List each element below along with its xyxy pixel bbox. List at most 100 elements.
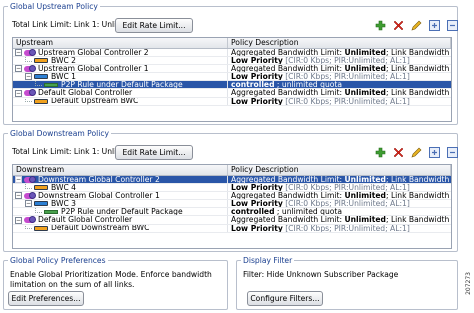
row-name: BWC 2 xyxy=(51,57,76,65)
table-row[interactable]: Default Downstream BWC Low Priority [CIR:… xyxy=(13,224,451,233)
upstream-policy-table: Upstream Policy Description − Upstream Gl… xyxy=(12,37,452,122)
collapse-all-icon[interactable] xyxy=(446,146,459,159)
collapse-toggle-icon[interactable]: − xyxy=(25,73,32,81)
row-name: Default Global Controller xyxy=(38,89,133,97)
tree-connector xyxy=(35,208,42,213)
policy-description-cell: Aggregated Bandwidth Limit: Unlimited; L… xyxy=(228,176,451,183)
column-header-upstream[interactable]: Upstream xyxy=(13,38,228,48)
column-header-policy-description[interactable]: Policy Description xyxy=(228,38,451,48)
tree-connector xyxy=(25,224,32,230)
description-segment: Low Priority xyxy=(231,57,283,65)
row-name: Upstream Global Controller 2 xyxy=(38,49,149,57)
global-controller-icon xyxy=(24,176,36,183)
description-segment: Aggregated Bandwidth Limit: xyxy=(231,65,345,73)
row-name: P2P Rule under Default Package xyxy=(61,208,183,216)
upstream-table-body: − Upstream Global Controller 2 Aggregated … xyxy=(13,49,451,106)
downstream-policy-group: Global Downstream Policy Total Link Limi… xyxy=(3,128,459,252)
expand-all-icon[interactable] xyxy=(428,146,441,159)
description-segment: Aggregated Bandwidth Limit: xyxy=(231,216,345,224)
configure-filters-button[interactable]: Configure Filters... xyxy=(247,291,323,306)
global-controller-icon xyxy=(24,192,36,199)
tree-connector xyxy=(25,57,32,62)
collapse-toggle-icon[interactable]: − xyxy=(15,89,22,97)
downstream-table-body: − Downstream Global Controller 2 Aggregate… xyxy=(13,176,451,233)
upstream-table-header: Upstream Policy Description xyxy=(13,38,451,49)
policy-description-cell: Low Priority [CIR:0 Kbps; PIR:Unlimited;… xyxy=(228,73,451,80)
collapse-toggle-icon[interactable]: − xyxy=(15,192,22,200)
x-icon[interactable] xyxy=(392,146,405,159)
preferences-title: Global Policy Preferences xyxy=(8,255,108,266)
collapse-toggle-icon[interactable]: − xyxy=(15,176,22,184)
table-row[interactable]: BWC 4 Low Priority [CIR:0 Kbps; PIR:Unlim… xyxy=(13,184,451,193)
collapse-all-icon[interactable] xyxy=(446,19,459,32)
bandwidth-controller-icon xyxy=(34,98,48,104)
tree-cell: − Upstream Global Controller 2 xyxy=(13,49,228,57)
row-name: Default Downstream BWC xyxy=(51,224,150,232)
upstream-edit-rate-limit-button[interactable]: Edit Rate Limit... xyxy=(115,18,193,33)
description-segment: Low Priority xyxy=(231,224,283,232)
table-row[interactable]: − Upstream Global Controller 1 Aggregated … xyxy=(13,65,451,74)
policy-description-cell: Low Priority [CIR:0 Kbps; PIR:Unlimited;… xyxy=(228,57,451,64)
table-row[interactable]: − Upstream Global Controller 2 Aggregated … xyxy=(13,49,451,58)
tree-cell: − Downstream Global Controller 1 xyxy=(13,192,228,200)
plus-icon[interactable] xyxy=(374,19,387,32)
row-name: Default Upstream BWC xyxy=(51,97,139,105)
column-header-policy-description[interactable]: Policy Description xyxy=(228,165,451,175)
plus-icon[interactable] xyxy=(374,146,387,159)
collapse-toggle-icon[interactable]: − xyxy=(15,49,22,57)
column-header-downstream[interactable]: Downstream xyxy=(13,165,228,175)
tree-cell: BWC 4 xyxy=(13,184,228,192)
table-row[interactable]: P2P Rule under Default Package controlled… xyxy=(13,81,451,90)
expand-all-icon[interactable] xyxy=(428,19,441,32)
policy-description-cell: Low Priority [CIR:0 Kbps; PIR:Unlimited;… xyxy=(228,98,451,105)
table-row[interactable]: Default Upstream BWC Low Priority [CIR:0 … xyxy=(13,97,451,106)
preferences-group: Global Policy Preferences Enable Global … xyxy=(3,255,228,310)
description-segment: ; unlimited quota xyxy=(274,81,343,89)
table-row[interactable]: − Default Global Controller Aggregated Ban… xyxy=(13,216,451,225)
table-row[interactable]: − Downstream Global Controller 1 Aggregate… xyxy=(13,192,451,201)
downstream-table-header: Downstream Policy Description xyxy=(13,165,451,176)
row-name: Downstream Global Controller 2 xyxy=(38,176,160,184)
bandwidth-controller-icon xyxy=(34,201,48,207)
collapse-toggle-icon[interactable]: − xyxy=(15,65,22,73)
pencil-icon[interactable] xyxy=(410,146,423,159)
pencil-icon[interactable] xyxy=(410,19,423,32)
table-row[interactable]: BWC 2 Low Priority [CIR:0 Kbps; PIR:Unlim… xyxy=(13,57,451,66)
downstream-edit-rate-limit-button[interactable]: Edit Rate Limit... xyxy=(115,145,193,160)
upstream-policy-title: Global Upstream Policy xyxy=(8,1,100,12)
collapse-toggle-icon[interactable]: − xyxy=(25,200,32,208)
table-row[interactable]: − BWC 3 Low Priority [CIR:0 Kbps; PIR:Unli… xyxy=(13,200,451,209)
collapse-toggle-icon[interactable]: − xyxy=(15,216,22,224)
row-name: BWC 3 xyxy=(51,200,76,208)
tree-cell: P2P Rule under Default Package xyxy=(13,81,228,89)
description-segment: [CIR:0 Kbps; PIR:Unlimited; AL:1] xyxy=(282,57,410,65)
policy-description-cell: Aggregated Bandwidth Limit: Unlimited; L… xyxy=(228,192,451,199)
tree-cell: Default Downstream BWC xyxy=(13,224,228,232)
description-segment: Unlimited xyxy=(344,216,386,224)
row-name: Default Global Controller xyxy=(38,216,133,224)
table-row[interactable]: − Default Global Controller Aggregated Ban… xyxy=(13,89,451,98)
display-filter-title: Display Filter xyxy=(241,255,295,266)
bandwidth-controller-icon xyxy=(34,58,48,64)
description-segment: Low Priority xyxy=(231,200,283,208)
description-segment: controlled xyxy=(231,208,275,216)
global-controller-icon xyxy=(24,65,36,72)
global-controller-icon xyxy=(24,89,36,97)
description-segment: [CIR:0 Kbps; PIR:Unlimited; AL:1] xyxy=(282,73,410,81)
tree-cell: − Downstream Global Controller 2 xyxy=(13,176,228,184)
tree-connector xyxy=(35,81,42,86)
table-row[interactable]: − Downstream Global Controller 2 Aggregate… xyxy=(13,176,451,185)
policy-description-cell: controlled ; unlimited quota xyxy=(228,208,451,215)
bandwidth-controller-icon xyxy=(34,225,48,231)
figure-number: 207273 xyxy=(465,272,472,295)
policy-description-cell: Aggregated Bandwidth Limit: Unlimited; L… xyxy=(228,65,451,72)
table-row[interactable]: P2P Rule under Default Package controlled… xyxy=(13,208,451,217)
edit-preferences-button[interactable]: Edit Preferences... xyxy=(8,291,84,306)
table-row[interactable]: − BWC 1 Low Priority [CIR:0 Kbps; PIR:Unli… xyxy=(13,73,451,82)
upstream-policy-group: Global Upstream Policy Total Link Limit:… xyxy=(3,1,459,125)
x-icon[interactable] xyxy=(392,19,405,32)
row-name: Upstream Global Controller 1 xyxy=(38,65,149,73)
description-segment: ; Link Bandwidth Limit: xyxy=(385,176,451,184)
global-controller-icon xyxy=(24,216,36,224)
description-segment: ; Link Bandwidth Limit: xyxy=(385,192,451,200)
